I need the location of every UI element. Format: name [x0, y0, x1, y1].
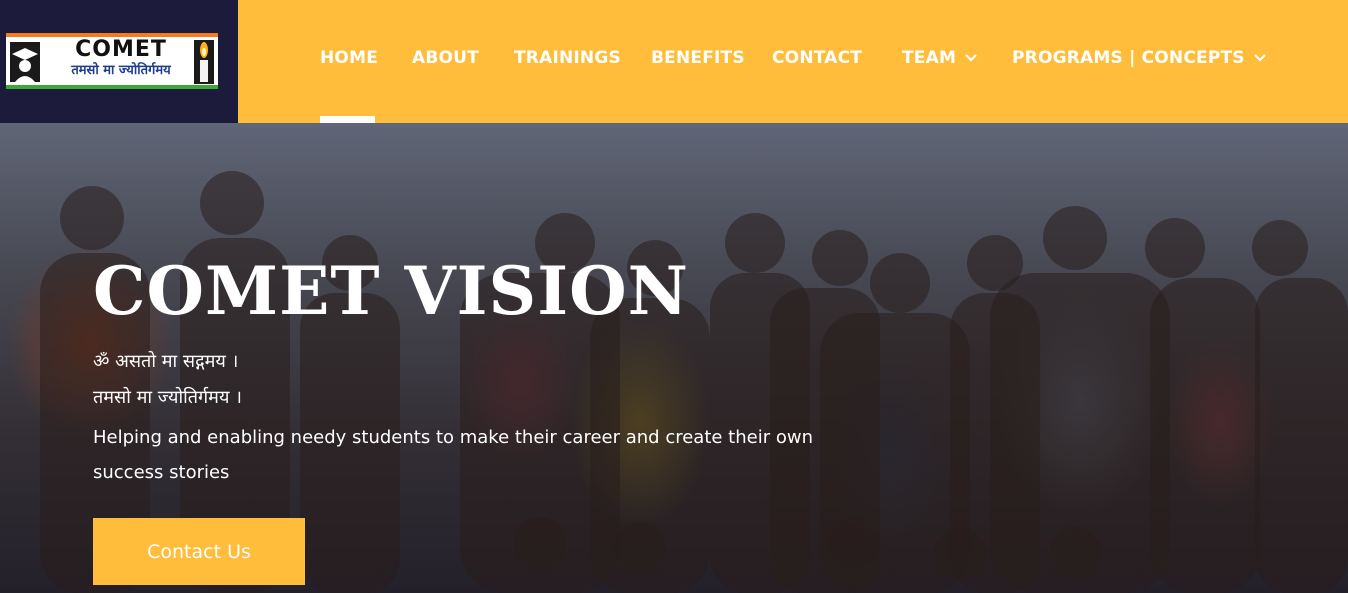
graduate-icon [10, 42, 40, 82]
hero-banner: COMET VISION ॐ असतो मा सद्गमय । तमसो मा … [0, 123, 1348, 593]
site-header: COMET तमसो मा ज्योतिर्गमय HOME ABOUT TRA… [0, 0, 1348, 123]
nav-home[interactable]: HOME [320, 48, 378, 68]
nav-team[interactable]: TEAM [902, 48, 978, 68]
nav-trainings[interactable]: TRAININGS [514, 48, 621, 68]
nav-team-label: TEAM [902, 48, 957, 68]
nav-about[interactable]: ABOUT [412, 48, 479, 68]
hero-sanskrit-line-1: ॐ असतो मा सद्गमय । [93, 351, 239, 372]
nav-programs-label: PROGRAMS | CONCEPTS [1012, 48, 1245, 68]
logo[interactable]: COMET तमसो मा ज्योतिर्गमय [6, 33, 218, 89]
nav-benefits[interactable]: BENEFITS [651, 48, 745, 68]
logo-subtitle: तमसो मा ज्योतिर्गमय [71, 63, 171, 78]
hero-description: Helping and enabling needy students to m… [93, 427, 813, 483]
hero-sanskrit-line-2: तमसो मा ज्योतिर्गमय । [93, 387, 242, 408]
chevron-down-icon [1253, 48, 1267, 68]
chevron-down-icon [964, 48, 978, 68]
hero-title: COMET VISION [93, 252, 689, 330]
contact-us-button[interactable]: Contact Us [93, 518, 305, 585]
nav-programs-concepts[interactable]: PROGRAMS | CONCEPTS [1012, 48, 1267, 68]
logo-area: COMET तमसो मा ज्योतिर्गमय [0, 0, 238, 123]
logo-title: COMET [75, 37, 167, 62]
active-nav-indicator [320, 116, 375, 123]
candle-icon [194, 40, 214, 84]
nav-contact[interactable]: CONTACT [772, 48, 862, 68]
